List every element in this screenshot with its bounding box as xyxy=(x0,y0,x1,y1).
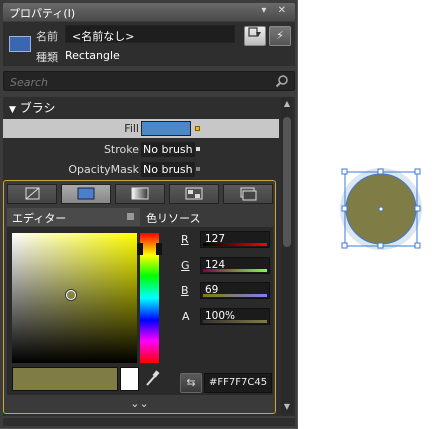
advanced-options-icon[interactable] xyxy=(195,126,200,131)
green-channel-label: G xyxy=(181,259,190,272)
opacitymask-property-row[interactable]: OpacityMask No brush xyxy=(3,160,279,179)
red-channel-label: R xyxy=(181,233,189,246)
alpha-channel-label: A xyxy=(182,310,190,323)
blue-channel-input[interactable]: 69 xyxy=(200,282,270,299)
gradient-brush-tab[interactable] xyxy=(115,184,165,204)
search-input[interactable] xyxy=(10,75,265,89)
scroll-up-icon[interactable]: ▲ xyxy=(282,99,292,109)
panel-footer xyxy=(3,418,295,426)
color-mode-swap-button[interactable]: ⇆ xyxy=(180,373,202,393)
lightning-icon: ⚡ xyxy=(276,29,284,42)
properties-view-button[interactable] xyxy=(244,26,266,46)
type-label: 種類 xyxy=(36,51,58,64)
advanced-options-icon[interactable] xyxy=(196,147,200,151)
property-value[interactable]: No brush xyxy=(141,162,195,177)
tab-editor[interactable]: エディター xyxy=(7,208,140,226)
vertical-scrollbar[interactable]: ▲ ▼ xyxy=(281,97,293,414)
panel-title-bar: プロパティ(I) ▾ ✕ xyxy=(3,3,295,21)
events-view-button[interactable]: ⚡ xyxy=(269,26,291,46)
property-value[interactable]: No brush xyxy=(141,142,195,157)
tab-resources-label: 色リソース xyxy=(146,212,201,225)
object-header: 名前 <名前なし> 種類 Rectangle ⚡ xyxy=(3,22,295,66)
resource-brush-tab[interactable] xyxy=(223,184,273,204)
fill-property-row[interactable]: Fill xyxy=(3,119,279,138)
name-label: 名前 xyxy=(36,30,58,43)
red-gradient-bar xyxy=(203,243,267,246)
type-value: Rectangle xyxy=(65,49,120,62)
alpha-channel-input[interactable]: 100% xyxy=(200,308,270,325)
alpha-gradient-bar xyxy=(203,320,267,323)
panel-controls: ▾ ✕ xyxy=(261,5,290,16)
blue-channel-label: B xyxy=(181,284,189,297)
center-point[interactable] xyxy=(378,206,384,212)
tab-editor-label: エディター xyxy=(12,212,67,225)
search-icon[interactable] xyxy=(275,74,289,88)
collapse-icon[interactable]: ▼ xyxy=(9,105,16,115)
resource-brush-icon xyxy=(240,187,257,201)
property-list: ▼ ブラシ Fill Stroke No brush OpacityMask N… xyxy=(3,97,295,416)
tab-options-icon[interactable] xyxy=(127,213,134,220)
scroll-down-icon[interactable]: ▼ xyxy=(282,402,292,412)
property-name: OpacityMask xyxy=(68,163,139,176)
initial-color-swatch[interactable] xyxy=(120,367,139,391)
hex-color-input[interactable]: #FF7F7C45 xyxy=(204,373,272,393)
artboard-ellipse[interactable] xyxy=(330,160,430,260)
property-name: Stroke xyxy=(103,143,139,156)
properties-panel: プロパティ(I) ▾ ✕ 名前 <名前なし> 種類 Rectangle ⚡ ▼ … xyxy=(0,0,298,429)
swap-icon: ⇆ xyxy=(186,376,196,389)
panel-title: プロパティ(I) xyxy=(9,7,76,20)
properties-icon xyxy=(248,27,261,37)
brush-type-tabs xyxy=(7,184,273,204)
red-channel-input[interactable]: 127 xyxy=(200,231,270,248)
color-picker: R 127 G 124 B 69 A 100% ⇆ #FF7F7C45 xyxy=(7,227,273,395)
pin-icon[interactable]: ▾ xyxy=(261,5,270,16)
advanced-options-icon[interactable] xyxy=(196,167,200,171)
gradient-brush-icon xyxy=(131,187,149,200)
solid-brush-tab[interactable] xyxy=(61,184,111,204)
stroke-property-row[interactable]: Stroke No brush xyxy=(3,140,279,159)
name-field[interactable]: <名前なし> xyxy=(65,25,235,43)
green-gradient-bar xyxy=(203,269,267,272)
scrollbar-thumb[interactable] xyxy=(283,117,291,247)
close-icon[interactable]: ✕ xyxy=(278,5,290,16)
no-brush-icon xyxy=(25,187,40,200)
brush-category-header[interactable]: ▼ ブラシ xyxy=(3,97,279,117)
tile-brush-icon xyxy=(185,187,203,200)
solid-brush-icon xyxy=(77,187,95,200)
search-box[interactable] xyxy=(3,71,295,91)
tab-color-resources[interactable]: 色リソース xyxy=(141,208,271,226)
saturation-value-area[interactable] xyxy=(12,233,137,363)
brush-editor: エディター 色リソース R 127 G 124 B 69 A 100% ⇆ #F… xyxy=(3,180,276,414)
rectangle-icon xyxy=(9,36,31,52)
hue-slider-handle[interactable] xyxy=(137,243,162,255)
no-brush-tab[interactable] xyxy=(7,184,57,204)
green-channel-input[interactable]: 124 xyxy=(200,257,270,274)
category-title: ブラシ xyxy=(19,101,56,115)
property-name: Fill xyxy=(124,122,139,135)
tile-brush-tab[interactable] xyxy=(169,184,219,204)
expand-icon[interactable]: ⌄⌄ xyxy=(4,397,275,413)
blue-gradient-bar xyxy=(203,294,267,297)
color-cursor[interactable] xyxy=(66,290,76,300)
eyedropper-icon[interactable] xyxy=(143,368,161,390)
fill-swatch[interactable] xyxy=(141,121,191,136)
current-color-swatch xyxy=(12,367,118,391)
